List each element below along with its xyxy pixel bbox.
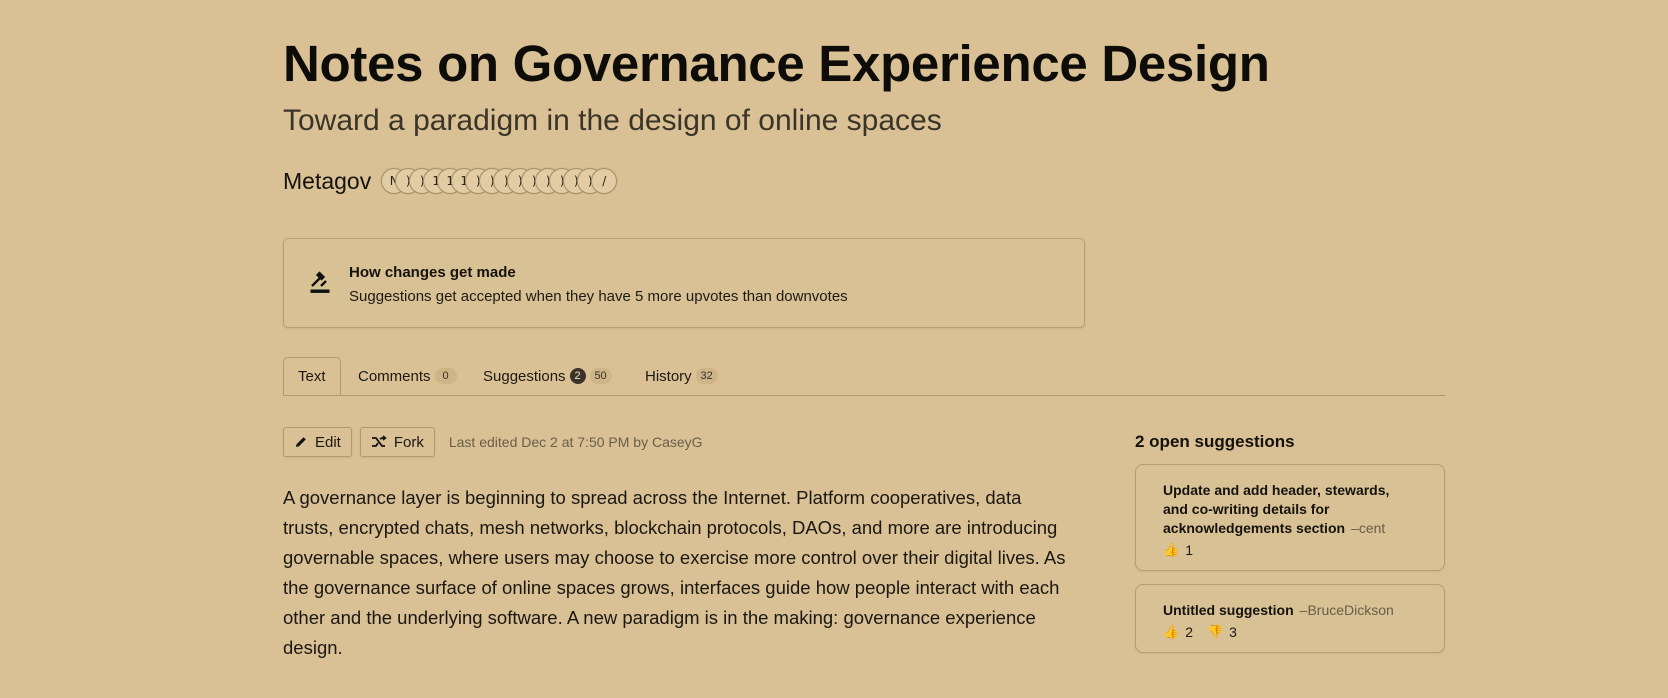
suggestion-card[interactable]: Untitled suggestion –BruceDickson 👍 2 👎 3 — [1135, 584, 1445, 653]
author-name[interactable]: Metagov — [283, 168, 371, 195]
edit-button[interactable]: Edit — [283, 427, 352, 457]
open-suggestions-badge: 2 — [569, 368, 586, 384]
thumbs-down-icon: 👎 — [1206, 624, 1224, 639]
fork-icon — [371, 435, 387, 447]
document-body[interactable]: A governance layer is beginning to sprea… — [283, 483, 1068, 663]
rules-text: Suggestions get accepted when they have … — [349, 288, 848, 305]
page: Notes on Governance Experience Design To… — [0, 0, 1668, 698]
downvote-count: 3 — [1229, 624, 1237, 640]
upvote-count: 1 — [1185, 542, 1193, 558]
tab-text[interactable]: Text — [283, 357, 341, 395]
open-suggestions-title: 2 open suggestions — [1135, 432, 1295, 451]
upvote[interactable]: 👍 2 — [1163, 624, 1193, 640]
avatar[interactable]: / — [591, 168, 618, 194]
suggestion-author: –cent — [1351, 520, 1386, 536]
suggestion-title-line: Update and add header, stewards, and co-… — [1163, 481, 1418, 538]
document-tabs: Text Comments 0 Suggestions 2 50 History… — [283, 357, 1445, 396]
upvote[interactable]: 👍 1 — [1163, 542, 1193, 558]
edit-label: Edit — [315, 433, 341, 451]
fork-button[interactable]: Fork — [359, 427, 435, 457]
upvote-count: 2 — [1185, 624, 1193, 640]
gavel-icon — [308, 271, 332, 295]
suggestion-author: –BruceDickson — [1299, 602, 1394, 618]
downvote[interactable]: 👎 3 — [1207, 624, 1237, 640]
document-toolbar: Edit Fork Last edited Dec 2 at 7:50 PM b… — [283, 427, 703, 457]
author-row: Metagov N ) ) 1 1 1 ) ) ) ) ) ) ) ) ) / — [283, 166, 618, 196]
comments-count: 0 — [434, 368, 457, 384]
suggestion-votes: 👍 2 👎 3 — [1163, 624, 1418, 640]
pencil-icon — [296, 437, 306, 447]
suggestions-count: 50 — [589, 368, 612, 384]
fork-label: Fork — [393, 433, 424, 451]
page-subtitle: Toward a paradigm in the design of onlin… — [283, 104, 942, 137]
suggestions-sidebar: 2 open suggestions Update and add header… — [1135, 432, 1445, 666]
tab-suggestions[interactable]: Suggestions 2 50 — [483, 357, 612, 395]
suggestion-votes: 👍 1 — [1163, 542, 1418, 558]
tab-comments[interactable]: Comments 0 — [358, 357, 457, 395]
tab-label: Text — [298, 367, 326, 385]
suggestion-title-line: Untitled suggestion –BruceDickson — [1163, 601, 1418, 620]
tab-label: Comments — [358, 367, 431, 385]
rules-heading: How changes get made — [349, 264, 516, 281]
contributor-avatars: N ) ) 1 1 1 ) ) ) ) ) ) ) ) ) / — [381, 168, 618, 194]
thumbs-up-icon: 👍 — [1163, 542, 1180, 557]
suggestion-title: Untitled suggestion — [1163, 602, 1294, 618]
tab-label: Suggestions — [483, 367, 566, 385]
history-count: 32 — [695, 368, 718, 384]
tab-history[interactable]: History 32 — [645, 357, 718, 395]
tab-label: History — [645, 367, 692, 385]
thumbs-up-icon: 👍 — [1163, 624, 1180, 639]
page-title: Notes on Governance Experience Design — [283, 35, 1270, 92]
governance-rules-card: How changes get made Suggestions get acc… — [283, 238, 1085, 328]
suggestion-card[interactable]: Update and add header, stewards, and co-… — [1135, 464, 1445, 571]
last-edited-text: Last edited Dec 2 at 7:50 PM by CaseyG — [448, 434, 703, 450]
